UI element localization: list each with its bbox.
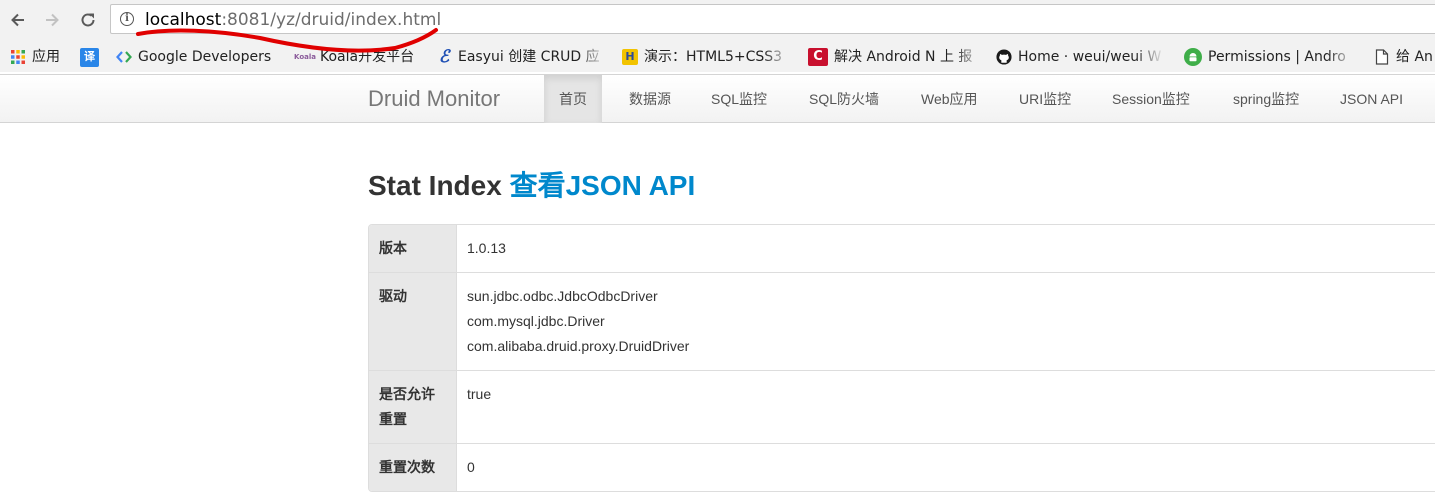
- back-button[interactable]: [6, 8, 30, 32]
- nav-item-datasource[interactable]: 数据源: [614, 75, 686, 123]
- page-title: Stat Index 查看JSON API: [368, 169, 695, 203]
- row-label: 重置次数: [369, 444, 457, 491]
- row-value: 0: [457, 444, 1435, 491]
- html5-demo-icon: H: [622, 49, 638, 65]
- bookmark-easyui[interactable]: ℰ Easyui 创建 CRUD 应: [436, 48, 608, 66]
- bookmark-label: 给 An: [1396, 49, 1433, 65]
- nav-item-spring-monitor[interactable]: spring监控: [1218, 75, 1314, 123]
- bookmark-koala[interactable]: Koala Koala开发平台: [294, 48, 415, 66]
- url-text[interactable]: localhost:8081/yz/druid/index.html: [145, 10, 441, 30]
- nav-item-web-app[interactable]: Web应用: [906, 75, 993, 123]
- reload-button[interactable]: [76, 8, 100, 32]
- bookmark-apps[interactable]: 应用: [10, 48, 60, 66]
- nav-item-json-api[interactable]: JSON API: [1325, 75, 1418, 123]
- bookmark-label: Easyui 创建 CRUD 应: [458, 49, 600, 65]
- reset-count-value: 0: [467, 459, 475, 475]
- bookmark-label: Koala开发平台: [320, 49, 415, 65]
- reload-icon: [81, 13, 95, 27]
- driver-value: com.mysql.jdbc.Driver: [467, 313, 605, 329]
- driver-value: sun.jdbc.odbc.JdbcOdbcDriver: [467, 288, 658, 304]
- reset-enabled-value: true: [467, 386, 492, 402]
- nav-item-session-monitor[interactable]: Session监控: [1097, 75, 1205, 123]
- nav-item-sql-firewall[interactable]: SQL防火墙: [794, 75, 894, 123]
- bookmark-label: Permissions | Andro: [1208, 49, 1346, 65]
- bookmark-label: Google Developers: [138, 49, 272, 65]
- druid-navbar: Druid Monitor 首页 数据源 SQL监控 SQL防火墙 Web应用 …: [0, 74, 1435, 123]
- table-row: 驱动 sun.jdbc.odbc.JdbcOdbcDriver com.mysq…: [369, 272, 1435, 370]
- nav-item-uri-monitor[interactable]: URI监控: [1004, 75, 1086, 123]
- bookmark-label: Home · weui/weui W: [1018, 49, 1162, 65]
- google-developers-icon: [116, 49, 132, 65]
- bookmark-label: 演示：HTML5+CSS3: [644, 49, 783, 65]
- forward-button[interactable]: [40, 8, 64, 32]
- easyui-icon: ℰ: [438, 47, 450, 67]
- json-api-link[interactable]: 查看JSON API: [510, 170, 696, 201]
- page-title-text: Stat Index: [368, 170, 502, 201]
- bookmark-label: 解决 Android N 上 报: [834, 49, 973, 65]
- table-row: 版本 1.0.13: [369, 225, 1435, 272]
- nav-item-sql-monitor[interactable]: SQL监控: [696, 75, 782, 123]
- brand-logo[interactable]: Druid Monitor: [368, 87, 500, 111]
- row-label: 是否允许重置: [369, 371, 457, 443]
- table-row: 是否允许重置 true: [369, 370, 1435, 443]
- url-host: localhost: [145, 10, 222, 30]
- row-value: sun.jdbc.odbc.JdbcOdbcDriver com.mysql.j…: [457, 273, 1435, 370]
- row-label: 版本: [369, 225, 457, 272]
- stat-table: 版本 1.0.13 驱动 sun.jdbc.odbc.JdbcOdbcDrive…: [368, 224, 1435, 492]
- bookmark-android-permissions[interactable]: Permissions | Andro: [1184, 48, 1356, 66]
- bookmark-partial[interactable]: 给 An: [1374, 48, 1433, 66]
- browser-chrome: i localhost:8081/yz/druid/index.html 应用 …: [0, 0, 1435, 72]
- info-icon[interactable]: i: [120, 12, 134, 26]
- github-icon: [996, 49, 1012, 65]
- koala-icon: Koala: [294, 53, 316, 61]
- bookmark-csdn[interactable]: C 解决 Android N 上 报: [808, 48, 984, 66]
- row-value: true: [457, 371, 1435, 443]
- translate-icon: 译: [80, 47, 99, 67]
- bookmark-google-developers[interactable]: Google Developers: [116, 48, 271, 66]
- apps-grid-icon: [10, 49, 26, 65]
- row-label: 驱动: [369, 273, 457, 370]
- bookmark-label: 应用: [32, 49, 60, 65]
- row-value: 1.0.13: [457, 225, 1435, 272]
- url-path: :8081/yz/druid/index.html: [221, 10, 442, 30]
- android-icon: [1184, 48, 1202, 66]
- driver-value: com.alibaba.druid.proxy.DruidDriver: [467, 338, 690, 354]
- back-arrow-icon: [11, 13, 24, 27]
- bookmark-weui[interactable]: Home · weui/weui W: [996, 48, 1164, 66]
- bookmarks-bar: 应用 译 Google Developers Koala Koala开发平台 ℰ…: [0, 40, 1435, 72]
- csdn-icon: C: [808, 48, 828, 66]
- table-row: 重置次数 0: [369, 443, 1435, 491]
- forward-arrow-icon: [46, 13, 59, 27]
- nav-item-home[interactable]: 首页: [544, 75, 602, 123]
- version-value: 1.0.13: [467, 240, 506, 256]
- bookmark-html5-demo[interactable]: H 演示：HTML5+CSS3: [622, 48, 792, 66]
- document-icon: [1374, 49, 1390, 65]
- bookmark-translate[interactable]: 译: [80, 47, 99, 67]
- address-bar[interactable]: i localhost:8081/yz/druid/index.html: [110, 4, 1435, 34]
